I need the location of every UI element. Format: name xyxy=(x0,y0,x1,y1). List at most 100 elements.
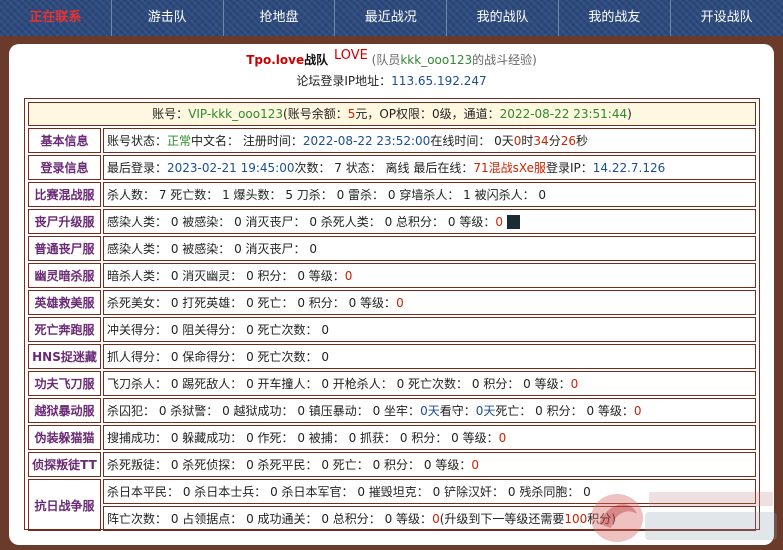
row-value: 抓人得分： 0 保命得分： 0 死亡次数： 0 xyxy=(103,344,756,369)
stat-row: 伪装躲猫猫 搜捕成功： 0 躲藏成功： 0 作死： 0 被捕： 0 抓获： 0 积… xyxy=(28,425,756,450)
stat-text: 杀日本平民： 0 杀日本士兵： 0 杀日本军官： 0 摧毁坦克： 0 铲除汉奸：… xyxy=(107,485,591,499)
row-value: 感染人类： 0 被感染： 0 消灭丧尸： 0 杀死人类： 0 总积分： 0 等级… xyxy=(103,209,756,234)
stat-row: 英雄救美服 杀死美女： 0 打死英雄： 0 死亡： 0 积分： 0 等级： 0 xyxy=(28,290,756,315)
stat-text: 死亡： 0 积分： 0 等级： xyxy=(495,404,634,418)
stat-text: 搜捕成功： 0 躲藏成功： 0 作死： 0 被捕： 0 抓获： 0 积分： 0 … xyxy=(107,431,499,445)
stat-row: 比赛混战服 杀人数： 7 死亡数： 1 爆头数： 5 刀杀： 0 雷杀： 0 穿墙… xyxy=(28,182,756,207)
member-prefix: (队员 xyxy=(371,53,401,67)
stat-text: 账号状态： xyxy=(107,134,168,148)
row-values: 杀死叛徒： 0 杀死侦探： 0 杀死平民： 0 死亡： 0 积分： 0 等级： … xyxy=(103,452,756,477)
stat-text: 2022-08-22 23:52:00 xyxy=(302,133,431,148)
row-label: 抗日战争服 xyxy=(28,479,101,531)
stat-text: 杀死叛徒： 0 杀死侦探： 0 杀死平民： 0 死亡： 0 积分： 0 等级： xyxy=(107,458,472,472)
stat-text: 0 xyxy=(633,403,642,418)
stat-text: 0 xyxy=(432,511,440,526)
row-values: 冲关得分： 0 阻关得分： 0 死亡次数： 0 xyxy=(103,317,756,342)
balance-label: (账号余额： xyxy=(283,107,348,121)
stat-text: 0 xyxy=(495,214,503,229)
row-value: 感染人类： 0 被感染： 0 消灭丧尸： 0 xyxy=(103,236,756,261)
row-label: 功夫飞刀服 xyxy=(28,371,101,396)
stat-row: 基本信息 账号状态： 正常 中文名： 注册时间： 2022-08-22 23:52:… xyxy=(28,128,756,153)
stat-text: 34 xyxy=(533,133,549,148)
stat-text: 最后登录： xyxy=(107,161,168,175)
row-value: 飞刀杀人： 0 踢死敌人： 0 开车撞人： 0 开枪杀人： 0 死亡次数： 0 … xyxy=(103,371,756,396)
nav-item-current[interactable]: 正在联系 xyxy=(0,0,112,36)
row-label: 伪装躲猫猫 xyxy=(28,425,101,450)
stat-text: 阵亡次数： 0 占领据点： 0 成功通关： 0 总积分： 0 等级： xyxy=(107,512,433,526)
row-label: 侦探叛徒TT xyxy=(28,452,101,477)
team-title: Tpo.love战队 LOVE (队员kkk_ooo123的战斗经验) xyxy=(9,48,774,68)
stat-text: 0天 xyxy=(420,404,440,418)
stat-text: 秒 xyxy=(576,134,589,148)
nav-item-create-team[interactable]: 开设战队 xyxy=(671,0,783,36)
stat-text: 在线时间： 0天 xyxy=(430,134,514,148)
account-close: ) xyxy=(627,107,632,121)
stat-row: 登录信息 最后登录： 2023-02-21 19:45:00 次数： 7 状态： … xyxy=(28,155,756,180)
content-frame: Tpo.love战队 LOVE (队员kkk_ooo123的战斗经验) 论坛登录… xyxy=(0,36,783,550)
stat-text: 71混战sXe服 xyxy=(473,161,546,175)
row-value: 杀人数： 7 死亡数： 1 爆头数： 5 刀杀： 0 雷杀： 0 穿墙杀人： 1… xyxy=(103,182,756,207)
row-label: 死亡奔跑服 xyxy=(28,317,101,342)
nav-item-my-teammates[interactable]: 我的战友 xyxy=(559,0,671,36)
stat-text: 0 xyxy=(471,457,479,472)
stat-text: 登录IP： xyxy=(545,161,593,175)
stat-row: 普通丧尸服 感染人类： 0 被感染： 0 消灭丧尸： 0 xyxy=(28,236,756,261)
stat-text: 14.22.7.126 xyxy=(592,160,666,175)
stat-row: 侦探叛徒TT 杀死叛徒： 0 杀死侦探： 0 杀死平民： 0 死亡： 0 积分： … xyxy=(28,452,756,477)
stat-text: 100 xyxy=(564,511,588,526)
row-label: 越狱暴动服 xyxy=(28,398,101,423)
team-love-tag: LOVE xyxy=(333,48,368,63)
row-values: 杀囚犯： 0 杀狱警： 0 越狱成功： 0 镇压暴动： 0 坐牢： 0天 看守：… xyxy=(103,398,756,423)
row-values: 感染人类： 0 被感染： 0 消灭丧尸： 0 杀死人类： 0 总积分： 0 等级… xyxy=(103,209,756,234)
stat-text: (升级到下一等级还需要 xyxy=(439,512,565,526)
stat-text: 杀囚犯： 0 杀狱警： 0 越狱成功： 0 镇压暴动： 0 坐牢： xyxy=(107,404,421,418)
stat-text: 暗杀人类： 0 消灭幽灵： 0 积分： 0 等级： xyxy=(107,269,345,283)
nav-item-territory[interactable]: 抢地盘 xyxy=(224,0,336,36)
stat-text: 0天 xyxy=(475,404,496,418)
row-values: 暗杀人类： 0 消灭幽灵： 0 积分： 0 等级： 0 xyxy=(103,263,756,288)
row-value: 杀死美女： 0 打死英雄： 0 死亡： 0 积分： 0 等级： 0 xyxy=(103,290,756,315)
nav-item-recent-battles[interactable]: 最近战况 xyxy=(335,0,448,36)
content-panel: Tpo.love战队 LOVE (队员kkk_ooo123的战斗经验) 论坛登录… xyxy=(9,44,774,545)
row-label: 英雄救美服 xyxy=(28,290,101,315)
stat-text: 2023-02-21 19:45:00 xyxy=(167,160,295,175)
stat-text: 感染人类： 0 被感染： 0 消灭丧尸： 0 杀死人类： 0 总积分： 0 等级… xyxy=(107,215,496,229)
stat-row: 丧尸升级服 感染人类： 0 被感染： 0 消灭丧尸： 0 杀死人类： 0 总积分：… xyxy=(28,209,756,234)
stat-text: 正常 xyxy=(167,134,192,148)
account-row: 账号：VIP-kkk_ooo123(账号余额：5元，OP权限：0级，通道：202… xyxy=(28,102,756,126)
stat-row: 幽灵暗杀服 暗杀人类： 0 消灭幽灵： 0 积分： 0 等级： 0 xyxy=(28,263,756,288)
row-label: 幽灵暗杀服 xyxy=(28,263,101,288)
avatar-icon xyxy=(506,214,520,229)
account-value: VIP-kkk_ooo123 xyxy=(188,107,284,121)
stat-text: 飞刀杀人： 0 踢死敌人： 0 开车撞人： 0 开枪杀人： 0 死亡次数： 0 … xyxy=(107,377,571,391)
stats-table: 账号：VIP-kkk_ooo123(账号余额：5元，OP权限：0级，通道：202… xyxy=(24,98,760,531)
account-date: 2022-08-22 23:51:44 xyxy=(499,107,628,121)
row-values: 账号状态： 正常 中文名： 注册时间： 2022-08-22 23:52:00 在… xyxy=(103,128,756,153)
row-value: 杀囚犯： 0 杀狱警： 0 越狱成功： 0 镇压暴动： 0 坐牢： 0天 看守：… xyxy=(103,398,756,423)
row-values: 搜捕成功： 0 躲藏成功： 0 作死： 0 被捕： 0 抓获： 0 积分： 0 … xyxy=(103,425,756,450)
row-value: 冲关得分： 0 阻关得分： 0 死亡次数： 0 xyxy=(103,317,756,342)
member-name[interactable]: kkk_ooo123 xyxy=(400,53,472,67)
stat-row: 死亡奔跑服 冲关得分： 0 阻关得分： 0 死亡次数： 0 xyxy=(28,317,756,342)
top-nav: 正在联系 游击队 抢地盘 最近战况 我的战队 我的战友 开设战队 xyxy=(0,0,783,36)
row-value: 搜捕成功： 0 躲藏成功： 0 作死： 0 被捕： 0 抓获： 0 积分： 0 … xyxy=(103,425,756,450)
stat-text: 0 xyxy=(396,295,404,310)
stat-row: 越狱暴动服 杀囚犯： 0 杀狱警： 0 越狱成功： 0 镇压暴动： 0 坐牢： 0… xyxy=(28,398,756,423)
team-name-link[interactable]: Tpo.love xyxy=(246,53,304,67)
stat-text: 0 xyxy=(344,268,353,283)
account-label: 账号： xyxy=(152,107,189,121)
row-label: 普通丧尸服 xyxy=(28,236,101,261)
stat-text: 0 xyxy=(513,133,522,148)
stat-text: 26 xyxy=(560,133,576,148)
stat-row: HNS捉迷藏 抓人得分： 0 保命得分： 0 死亡次数： 0 xyxy=(28,344,756,369)
row-values: 抓人得分： 0 保命得分： 0 死亡次数： 0 xyxy=(103,344,756,369)
row-values: 杀死美女： 0 打死英雄： 0 死亡： 0 积分： 0 等级： 0 xyxy=(103,290,756,315)
row-values: 杀人数： 7 死亡数： 1 爆头数： 5 刀杀： 0 雷杀： 0 穿墙杀人： 1… xyxy=(103,182,756,207)
stat-text: 0 xyxy=(498,430,507,445)
nav-item-my-team[interactable]: 我的战队 xyxy=(447,0,559,36)
nav-item-guerrilla[interactable]: 游击队 xyxy=(112,0,224,36)
stat-text: 杀死美女： 0 打死英雄： 0 死亡： 0 积分： 0 等级： xyxy=(107,296,397,310)
row-label: 登录信息 xyxy=(28,155,101,180)
ip-label: 论坛登录IP地址： xyxy=(296,74,392,88)
stat-text: 分 xyxy=(548,134,561,148)
